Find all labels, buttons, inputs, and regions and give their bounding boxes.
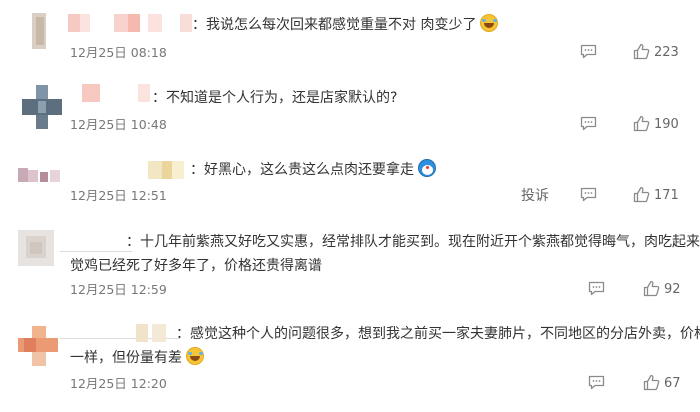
avatar[interactable] (18, 160, 62, 188)
username[interactable] (82, 84, 154, 102)
timestamp: 12月25日 12:51 (70, 188, 167, 203)
comment-text: ：感觉这种个人的问题很多，想到我之前买一家夫妻肺片，不同地区的分店外卖，价格 一… (70, 326, 700, 366)
comment-item: ：我说怎么每次回来都感觉重量不对 肉变少了 12月25日 08:18 223 (0, 0, 700, 80)
comment-item: ：好黑心，这么贵这么点肉还要拿走 12月25日 12:51 投诉 171 (0, 156, 700, 222)
avatar[interactable] (18, 230, 54, 266)
avatar[interactable] (22, 13, 58, 49)
laugh-cry-emoji (480, 14, 499, 32)
report-button[interactable]: 投诉 (521, 185, 549, 205)
doraemon-emoji (418, 159, 436, 177)
timestamp: 12月25日 12:20 (70, 376, 167, 391)
username[interactable] (148, 161, 190, 179)
thumbs-up-icon[interactable] (633, 186, 650, 203)
username[interactable] (68, 14, 196, 32)
comment-item: ：十几年前紫燕又好吃又实惠，经常排队才能买到。现在附近开个紫燕都觉得晦气，肉吃起… (0, 222, 700, 310)
comment-text: ：好黑心，这么贵这么点肉还要拿走 (190, 158, 436, 182)
timestamp: 12月25日 12:59 (70, 282, 167, 297)
like-count: 171 (654, 188, 679, 203)
timestamp: 12月25日 10:48 (70, 117, 167, 132)
thumbs-up-icon[interactable] (643, 280, 660, 297)
like-count: 223 (654, 45, 679, 60)
avatar[interactable] (18, 326, 58, 368)
reply-icon[interactable] (580, 116, 597, 131)
reply-icon[interactable] (580, 187, 597, 202)
comment-item: ：不知道是个人行为，还是店家默认的? 12月25日 10:48 190 (0, 80, 700, 156)
reply-icon[interactable] (580, 44, 597, 59)
like-count: 190 (654, 117, 679, 132)
thumbs-up-icon[interactable] (643, 374, 660, 391)
avatar[interactable] (22, 85, 62, 129)
laugh-cry-emoji (186, 347, 204, 365)
thumbs-up-icon[interactable] (633, 43, 650, 60)
reply-icon[interactable] (588, 375, 605, 390)
thumbs-up-icon[interactable] (633, 115, 650, 132)
like-count: 67 (664, 376, 681, 391)
timestamp: 12月25日 08:18 (70, 45, 167, 60)
like-count: 92 (664, 282, 681, 297)
comment-text: ：十几年前紫燕又好吃又实惠，经常排队才能买到。现在附近开个紫燕都觉得晦气，肉吃起… (70, 234, 700, 274)
reply-icon[interactable] (588, 281, 605, 296)
comment-text: ：我说怎么每次回来都感觉重量不对 肉变少了 (192, 13, 499, 37)
comment-text: ：不知道是个人行为，还是店家默认的? (152, 90, 398, 106)
comment-item: ：感觉这种个人的问题很多，想到我之前买一家夫妻肺片，不同地区的分店外卖，价格 一… (0, 318, 700, 412)
